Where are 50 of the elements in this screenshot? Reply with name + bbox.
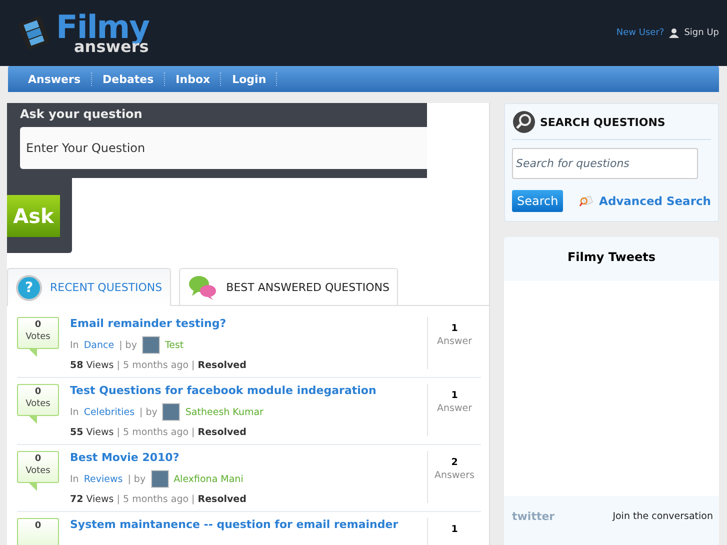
category-link[interactable]: Reviews — [84, 474, 123, 484]
tweets-title: Filmy Tweets — [566, 249, 657, 266]
tab[interactable]: ? RECENT QUESTIONS — [7, 268, 172, 306]
answer-count: 1 Answer — [427, 317, 481, 369]
category-link[interactable]: Dance — [84, 340, 114, 350]
question-stats: 58 Views | 5 months ago | Resolved — [70, 360, 248, 371]
question-title-link[interactable]: Best Movie 2010? — [70, 451, 427, 464]
search-icon — [512, 110, 536, 134]
author-link[interactable]: Satheesh Kumar — [185, 406, 264, 418]
author-link[interactable]: Test — [164, 340, 184, 350]
ask-title: Ask your question — [20, 107, 144, 121]
advanced-search-link[interactable]: Advanced Search — [599, 194, 711, 208]
nav-item[interactable]: Answers — [18, 72, 90, 86]
question-stats: 55 Views | 5 months ago | Resolved — [70, 427, 248, 438]
by-label: | by — [140, 406, 158, 418]
by-label: | by — [128, 474, 146, 484]
new-user-link[interactable]: New User? — [616, 28, 664, 38]
speech-bubbles-icon — [188, 274, 218, 300]
ask-button[interactable]: Ask — [7, 194, 60, 236]
author-link[interactable]: Alexfiona Mani — [174, 474, 244, 484]
answer-count: 2 Answers — [427, 451, 481, 503]
search-field[interactable]: Search for questions — [512, 148, 698, 179]
search-button[interactable]: Search — [512, 190, 564, 212]
answer-count: 1 — [427, 518, 481, 545]
tab[interactable]: BEST ANSWERED QUESTIONS — [179, 268, 398, 305]
nav-item[interactable]: Login — [222, 72, 276, 86]
question-title-link[interactable]: Email remainder testing? — [70, 317, 427, 330]
question-input[interactable]: Enter Your Question — [20, 127, 427, 169]
logo-title[interactable]: Filmy — [56, 11, 149, 43]
avatar-thumbnail — [150, 470, 169, 488]
vote-count-bubble: 0 — [17, 518, 59, 545]
join-conversation-link[interactable]: Join the conversation — [612, 511, 713, 522]
by-label: | by — [119, 340, 137, 350]
in-label: In — [70, 474, 79, 484]
answer-count: 1 Answer — [427, 384, 481, 436]
question-title-link[interactable]: Test Questions for facebook module indegaration — [70, 384, 427, 397]
nav-item[interactable]: Inbox — [166, 72, 220, 86]
nav-item[interactable]: Debates — [92, 72, 164, 86]
question-stats: 72 Views | 5 months ago | Resolved — [70, 494, 248, 505]
avatar-thumbnail — [162, 403, 180, 421]
question-title-link[interactable]: System maintanence -- question for email remainder — [70, 518, 427, 531]
question-mark-icon: ? — [16, 274, 42, 300]
search-title: SEARCH QUESTIONS — [540, 116, 666, 128]
avatar-thumbnail — [142, 336, 160, 354]
in-label: In — [70, 406, 79, 418]
twitter-logo: twitter — [512, 510, 555, 523]
sign-up-link[interactable]: Sign Up — [684, 28, 719, 38]
category-link[interactable]: Celebrities — [84, 406, 135, 418]
user-icon — [669, 28, 680, 38]
in-label: In — [70, 340, 79, 350]
